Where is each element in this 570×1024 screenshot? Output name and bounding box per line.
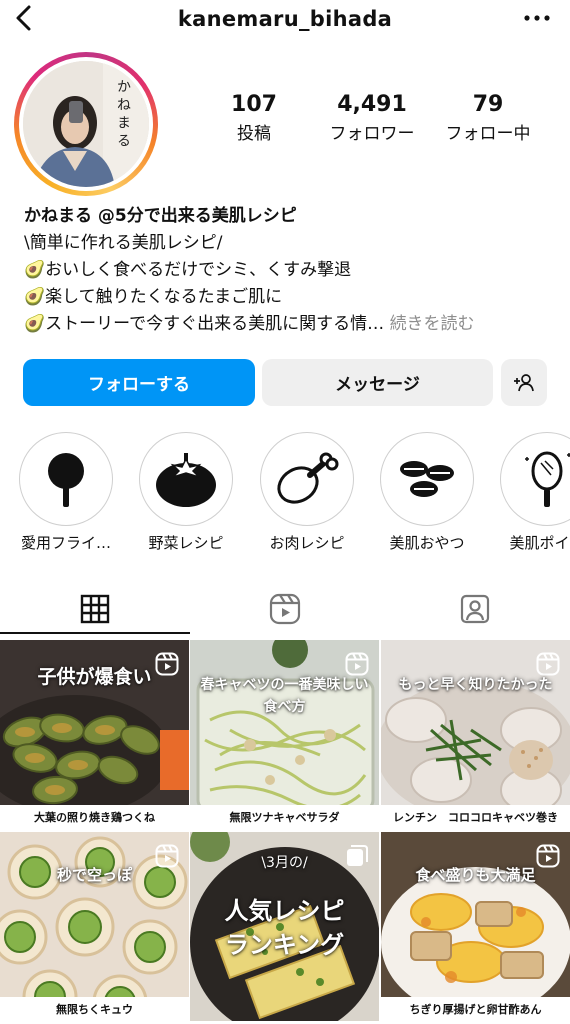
highlight-item[interactable]: 美肌おやつ	[377, 432, 477, 553]
stat-posts[interactable]: 107 投稿	[200, 92, 308, 144]
follow-button[interactable]: フォローする	[23, 359, 255, 406]
stat-following[interactable]: 79 フォロー中	[436, 92, 540, 144]
highlight-item[interactable]: 野菜レシピ	[136, 432, 236, 553]
profile-bio: かねまる @5分で出来る美肌レシピ \簡単に作れる美肌レシピ/ 🥑おいしく食べる…	[24, 203, 554, 338]
more-options-icon[interactable]	[522, 8, 552, 28]
bio-line-last: 🥑ストーリーで今すぐ出来る美肌に関する情… 続きを読む	[24, 311, 554, 338]
profile-stats: 107 投稿 4,491 フォロワー 79 フォロー中	[200, 92, 560, 152]
tab-grid[interactable]	[0, 584, 190, 634]
top-bar: kanemaru_bihada	[0, 0, 570, 40]
reel-badge-icon	[345, 652, 369, 676]
post-pretitle: \3月の/	[261, 855, 308, 871]
read-more-link[interactable]: 続きを読む	[390, 314, 475, 334]
stat-posts-count: 107	[231, 92, 277, 117]
stat-following-count: 79	[472, 92, 504, 117]
tomato-icon	[156, 453, 216, 507]
post-subtitle: ちぎり厚揚げと卵甘酢あん	[381, 997, 570, 1021]
stat-followers[interactable]: 4,491 フォロワー	[312, 92, 432, 144]
message-button[interactable]: メッセージ	[262, 359, 493, 406]
add-person-icon	[514, 373, 534, 391]
post-subtitle: 無限ちくキュウ	[0, 997, 189, 1021]
bio-line: 🥑ストーリーで今すぐ出来る美肌に関する情…	[24, 314, 385, 334]
post-title: 人気レシピ ランキング	[224, 897, 345, 959]
posts-grid: 子供が爆食い 大葉の照り焼き鶏つくね 春キャベツの一番美味しい 食べ方 無限ツナ…	[0, 640, 570, 1024]
post-thumbnail[interactable]: 春キャベツの一番美味しい 食べ方 無限ツナキャベサラダ	[190, 640, 379, 829]
profile-display-name: かねまる @5分で出来る美肌レシピ	[24, 206, 297, 226]
suggested-users-button[interactable]	[501, 359, 547, 406]
highlight-item[interactable]: 愛用フライ…	[16, 432, 116, 553]
chicken-leg-icon	[277, 452, 339, 504]
post-title: 秒で空っぽ	[56, 866, 132, 884]
highlight-label: 愛用フライ…	[20, 534, 111, 552]
post-title: 春キャベツの一番美味しい 食べ方	[200, 677, 369, 715]
bio-line: 🥑おいしく食べるだけでシミ、くすみ撃退	[24, 260, 352, 280]
highlight-label: 美肌おやつ	[389, 534, 465, 552]
frying-pan-icon	[48, 453, 84, 507]
post-thumbnail[interactable]: 食べ盛りも大満足 ちぎり厚揚げと卵甘酢あん	[381, 832, 570, 1021]
tab-reels[interactable]	[190, 584, 380, 634]
profile-username: kanemaru_bihada	[177, 7, 393, 31]
post-subtitle: 無限ツナキャベサラダ	[190, 805, 379, 829]
tagged-person-icon	[460, 594, 490, 624]
post-title: 食べ盛りも大満足	[415, 866, 536, 884]
highlight-label: お肉レシピ	[269, 534, 345, 552]
highlight-label: 野菜レシピ	[148, 534, 224, 552]
stat-followers-label: フォロワー	[329, 124, 415, 144]
avatar-text: かねまる	[115, 79, 131, 151]
highlight-item[interactable]: お肉レシピ	[257, 432, 357, 553]
cookies-icon	[400, 461, 454, 497]
grid-icon	[80, 594, 110, 624]
reel-badge-icon	[536, 652, 560, 676]
post-subtitle: 大葉の照り焼き鶏つくね	[0, 805, 189, 829]
bio-line: 🥑楽して触りたくなるたまご肌に	[24, 287, 283, 307]
post-thumbnail[interactable]: \3月の/ 人気レシピ ランキング	[190, 832, 379, 1021]
stat-followers-count: 4,491	[337, 92, 407, 117]
post-title: もっと早く知りたかった	[398, 677, 553, 693]
post-thumbnail[interactable]: もっと早く知りたかった レンチン コロコロキャベツ巻き	[381, 640, 570, 829]
avatar-story-ring[interactable]: かねまる	[14, 52, 158, 196]
post-title: 子供が爆食い	[37, 666, 152, 688]
mirror-icon	[525, 451, 570, 507]
profile-tabs	[0, 584, 570, 634]
post-thumbnail[interactable]: 秒で空っぽ 無限ちくキュウ	[0, 832, 189, 1021]
post-subtitle: レンチン コロコロキャベツ巻き	[381, 805, 570, 829]
stat-following-label: フォロー中	[445, 124, 531, 144]
highlight-label: 美肌ポイン	[509, 534, 570, 552]
avatar: かねまる	[23, 61, 149, 187]
stat-posts-label: 投稿	[237, 124, 271, 144]
tab-tagged[interactable]	[380, 584, 570, 634]
highlight-item[interactable]: 美肌ポイン	[497, 432, 570, 553]
bio-line: \簡単に作れる美肌レシピ/	[24, 233, 223, 253]
active-tab-indicator	[0, 632, 190, 634]
post-thumbnail[interactable]: 子供が爆食い 大葉の照り焼き鶏つくね	[0, 640, 189, 829]
reels-icon	[269, 593, 301, 625]
